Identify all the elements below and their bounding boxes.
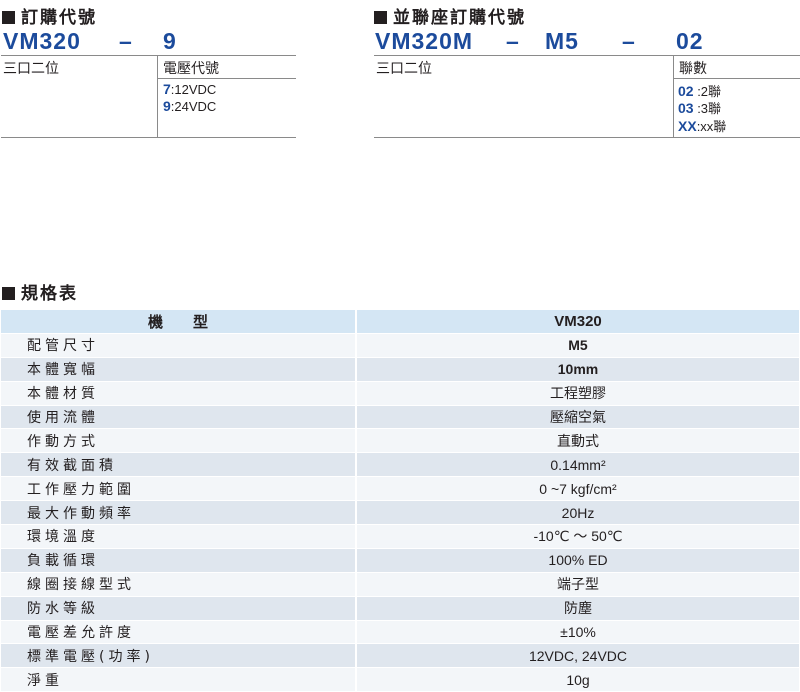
order-code-title-text: 訂購代號	[21, 8, 97, 28]
order-option-7: 7:12VDC	[163, 81, 216, 97]
manifold-option-xx: XX:xx聯	[678, 116, 726, 135]
spec-row-label: 防水等級	[1, 597, 357, 621]
manifold-code-part-port: M5	[545, 28, 579, 55]
order-code-dash: –	[119, 28, 133, 55]
spec-table: 機 型 VM320 配管尺寸M5本體寬幅10mm本體材質工程塑膠使用流體壓縮空氣…	[1, 310, 799, 692]
spec-row-value: 0 ~7 kgf/cm²	[357, 477, 799, 501]
manifold-code-title-text: 並聯座訂購代號	[393, 8, 526, 28]
manifold-option-text: :xx聯	[697, 119, 727, 134]
manifold-option-code: 03	[678, 100, 694, 116]
order-code-part-model: VM320	[3, 28, 81, 55]
spec-row-label: 標準電壓(功率)	[1, 644, 357, 668]
spec-section-title: 規格表	[2, 279, 78, 304]
spec-row-value: 10mm	[357, 358, 799, 382]
manifold-code-part-stations: 02	[676, 28, 704, 55]
order-col2-header: 電壓代號	[163, 58, 219, 78]
manifold-col1-header: 三口二位	[376, 58, 432, 78]
spec-row-label: 本體寬幅	[1, 358, 357, 382]
table-row: 負載循環100% ED	[1, 549, 799, 573]
order-option-9: 9:24VDC	[163, 98, 216, 114]
order-table-divider	[157, 55, 158, 137]
manifold-code-dash: –	[622, 28, 636, 55]
manifold-option-03: 03 :3聯	[678, 98, 721, 117]
spec-row-label: 有效截面積	[1, 453, 357, 477]
table-row: 淨重10g	[1, 668, 799, 692]
spec-row-label: 作動方式	[1, 429, 357, 453]
order-table-header-line	[158, 78, 296, 79]
order-option-text: :12VDC	[171, 82, 217, 97]
manifold-table-bottom-line	[374, 137, 800, 138]
spec-row-label: 使用流體	[1, 406, 357, 430]
order-col1-header: 三口二位	[3, 58, 59, 78]
order-option-text: :24VDC	[171, 99, 217, 114]
manifold-table-divider	[673, 55, 674, 137]
spec-header-label: 機 型	[1, 310, 357, 334]
square-bullet-icon	[2, 287, 15, 300]
spec-row-value: M5	[357, 334, 799, 358]
order-option-code: 9	[163, 98, 171, 114]
spec-row-value: 端子型	[357, 573, 799, 597]
order-code-section-title: 訂購代號	[2, 3, 97, 28]
square-bullet-icon	[2, 11, 15, 24]
table-row: 作動方式直動式	[1, 429, 799, 453]
manifold-option-code: 02	[678, 83, 694, 99]
manifold-col2-header: 聯數	[679, 58, 707, 78]
spec-row-value: 直動式	[357, 429, 799, 453]
spec-table-body: 機 型 VM320 配管尺寸M5本體寬幅10mm本體材質工程塑膠使用流體壓縮空氣…	[1, 310, 799, 692]
table-row: 防水等級防塵	[1, 597, 799, 621]
table-row: 本體寬幅10mm	[1, 358, 799, 382]
manifold-table-top-line	[374, 55, 800, 56]
table-row: 線圈接線型式端子型	[1, 573, 799, 597]
spec-row-value: 防塵	[357, 597, 799, 621]
spec-header-value: VM320	[357, 310, 799, 334]
manifold-option-text: :3聯	[694, 101, 721, 116]
spec-row-value: 壓縮空氣	[357, 406, 799, 430]
spec-row-value: 20Hz	[357, 501, 799, 525]
spec-row-label: 負載循環	[1, 549, 357, 573]
manifold-code-section-title: 並聯座訂購代號	[374, 3, 526, 28]
spec-row-label: 配管尺寸	[1, 334, 357, 358]
spec-row-label: 本體材質	[1, 382, 357, 406]
spec-row-value: 10g	[357, 668, 799, 692]
spec-row-label: 環境溫度	[1, 525, 357, 549]
spec-row-value: 100% ED	[357, 549, 799, 573]
table-row: 配管尺寸M5	[1, 334, 799, 358]
table-row: 本體材質工程塑膠	[1, 382, 799, 406]
table-row: 有效截面積0.14mm²	[1, 453, 799, 477]
spec-row-value: -10℃ ～ 50℃	[357, 525, 799, 549]
table-row: 使用流體壓縮空氣	[1, 406, 799, 430]
order-table-top-line	[1, 55, 296, 56]
order-code-part-voltage: 9	[163, 28, 177, 55]
manifold-code-part-model: VM320M	[375, 28, 473, 55]
spec-row-value: 0.14mm²	[357, 453, 799, 477]
manifold-option-text: :2聯	[694, 84, 721, 99]
table-row: 電壓差允許度±10%	[1, 621, 799, 645]
square-bullet-icon	[374, 11, 387, 24]
table-row: 標準電壓(功率)12VDC, 24VDC	[1, 644, 799, 668]
manifold-table-header-line	[674, 78, 800, 79]
table-row: 環境溫度-10℃ ～ 50℃	[1, 525, 799, 549]
spec-row-label: 最大作動頻率	[1, 501, 357, 525]
manifold-option-code: XX	[678, 118, 697, 134]
spec-row-value: 12VDC, 24VDC	[357, 644, 799, 668]
spec-row-label: 淨重	[1, 668, 357, 692]
spec-row-label: 電壓差允許度	[1, 621, 357, 645]
spec-row-label: 線圈接線型式	[1, 573, 357, 597]
spec-row-label: 工作壓力範圍	[1, 477, 357, 501]
table-row: 工作壓力範圍0 ~7 kgf/cm²	[1, 477, 799, 501]
spec-row-value: ±10%	[357, 621, 799, 645]
table-row: 最大作動頻率20Hz	[1, 501, 799, 525]
order-option-code: 7	[163, 81, 171, 97]
spec-title-text: 規格表	[21, 284, 78, 304]
order-table-bottom-line	[1, 137, 296, 138]
spec-row-value: 工程塑膠	[357, 382, 799, 406]
manifold-code-dash: –	[506, 28, 520, 55]
spec-table-header: 機 型 VM320	[1, 310, 799, 334]
